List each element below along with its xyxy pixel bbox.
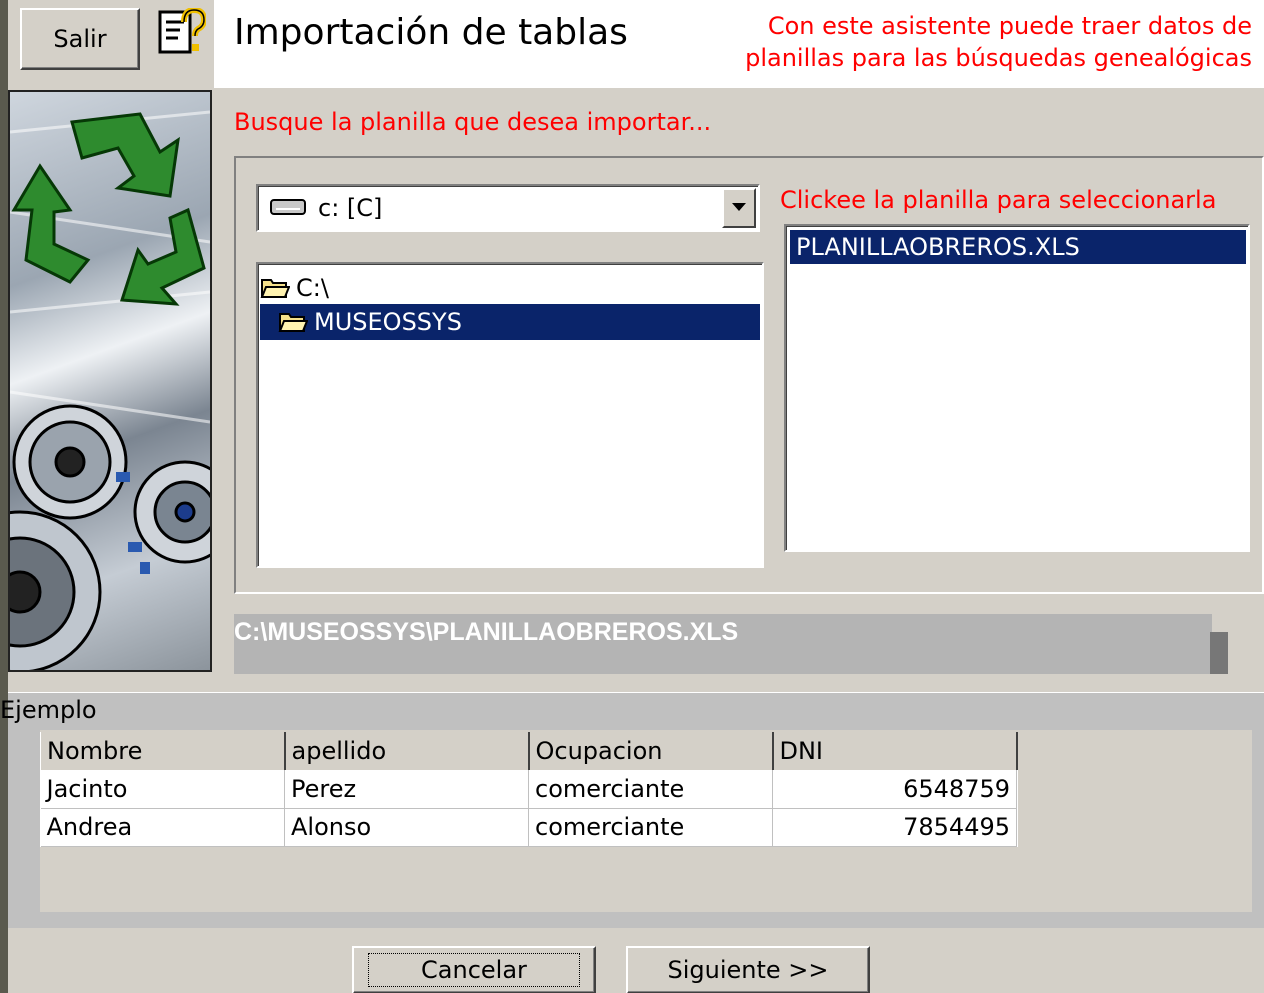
example-table: Nombre apellido Ocupacion DNI Jacinto Pe…	[40, 732, 1018, 847]
directory-item-museossys[interactable]: MUSEOSSYS	[260, 304, 760, 340]
instruction-text: Busque la planilla que desea importar...	[234, 108, 712, 136]
file-item[interactable]: PLANILLAOBREROS.XLS	[790, 230, 1246, 264]
wizard-description-line-2: planillas para las búsquedas genealógica…	[745, 44, 1252, 72]
exit-button[interactable]: Salir	[20, 8, 140, 70]
directory-list[interactable]: C:\ MUSEOSSYS	[256, 262, 764, 568]
directory-item-label: C:\	[296, 274, 329, 302]
column-header[interactable]: Ocupacion	[528, 732, 774, 770]
table-cell: comerciante	[528, 770, 773, 809]
directory-item-root[interactable]: C:\	[260, 270, 760, 306]
cancel-button-label: Cancelar	[368, 953, 580, 987]
file-list-hint: Clickee la planilla para seleccionarla	[780, 186, 1217, 214]
wizard-description-line-1: Con este asistente puede traer datos de	[767, 12, 1252, 40]
table-row[interactable]: Andrea Alonso comerciante 7854495	[40, 808, 1017, 847]
page-title: Importación de tablas	[234, 12, 628, 53]
table-cell: comerciante	[528, 808, 773, 847]
chevron-down-icon[interactable]	[722, 188, 756, 228]
table-cell: Alonso	[284, 808, 529, 847]
column-header[interactable]: DNI	[772, 732, 1018, 770]
table-cell: Perez	[284, 770, 529, 809]
example-group-label: Ejemplo	[0, 696, 97, 724]
cancel-button[interactable]: Cancelar	[352, 946, 596, 993]
table-row[interactable]: Jacinto Perez comerciante 6548759	[40, 770, 1017, 809]
directory-item-label: MUSEOSSYS	[314, 308, 462, 336]
wizard-description: Con este asistente puede traer datos de …	[732, 10, 1252, 74]
table-cell: Andrea	[40, 808, 285, 847]
table-cell: Jacinto	[40, 770, 285, 809]
table-header-row: Nombre apellido Ocupacion DNI	[40, 732, 1018, 770]
selected-path-bar: C:\MUSEOSSYS\PLANILLAOBREROS.XLS	[234, 614, 1212, 674]
drive-select-value: c: [C]	[318, 194, 383, 222]
path-scrollbar[interactable]	[1210, 632, 1228, 674]
open-folder-icon	[260, 279, 290, 298]
column-header[interactable]: apellido	[284, 732, 530, 770]
drive-select[interactable]: c: [C]	[256, 184, 760, 232]
table-cell: 6548759	[772, 770, 1017, 809]
drive-icon	[270, 198, 306, 216]
table-cell: 7854495	[772, 808, 1017, 847]
open-folder-icon	[278, 313, 308, 332]
file-list[interactable]: PLANILLAOBREROS.XLS	[784, 224, 1250, 552]
recycle-gears-illustration	[8, 90, 212, 672]
help-icon[interactable]	[158, 6, 208, 58]
selected-path: C:\MUSEOSSYS\PLANILLAOBREROS.XLS	[234, 618, 739, 646]
next-button[interactable]: Siguiente >>	[626, 946, 870, 993]
column-header[interactable]: Nombre	[40, 732, 286, 770]
